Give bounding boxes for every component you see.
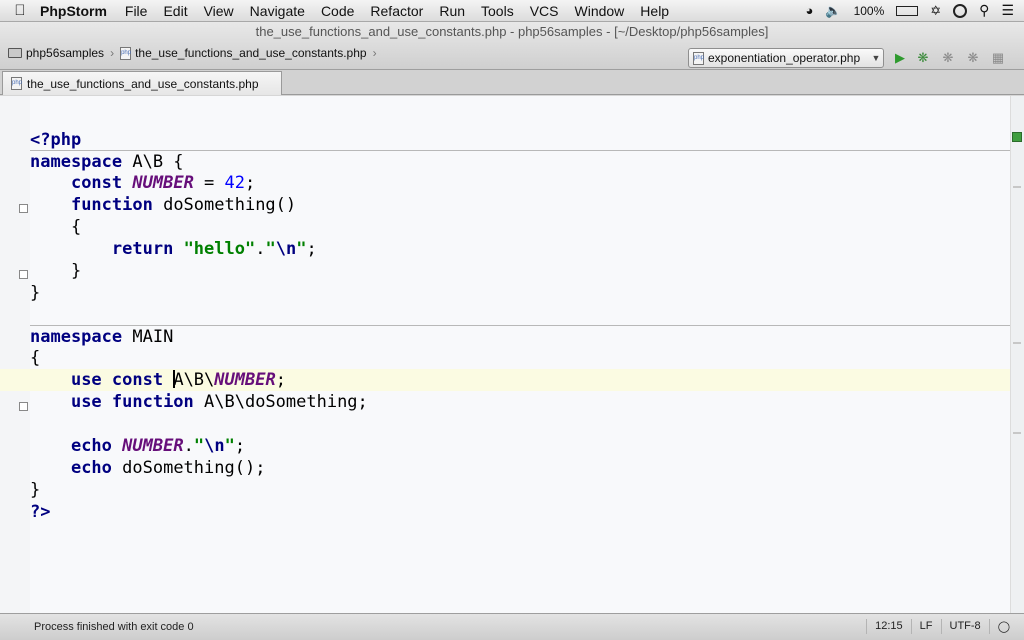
editor-tab[interactable]: php the_use_functions_and_use_constants.… — [2, 71, 282, 95]
attach-icon: ▦ — [991, 50, 1005, 65]
menu-tools[interactable]: Tools — [481, 3, 514, 19]
code-line: namespace MAIN — [30, 325, 1010, 347]
stripe-marker[interactable] — [1013, 432, 1021, 434]
menu-navigate[interactable]: Navigate — [250, 3, 305, 19]
wifi-icon[interactable]: ◕ — [806, 3, 814, 18]
battery-icon[interactable] — [896, 5, 919, 16]
app-menu[interactable]: PhpStorm — [40, 3, 107, 19]
stripe-marker[interactable] — [1013, 186, 1021, 188]
code-line: function doSomething() — [70, 195, 297, 215]
menu-file[interactable]: File — [125, 3, 148, 19]
stripe-marker[interactable] — [1013, 342, 1021, 344]
file-encoding[interactable]: UTF-8 — [940, 619, 989, 634]
status-widgets: 12:15 LF UTF-8 ◯ — [866, 619, 1018, 634]
editor-gutter[interactable] — [0, 96, 30, 613]
code-line: ?> — [30, 502, 51, 522]
code-line: } — [30, 480, 41, 500]
breadcrumb-separator-icon: › — [372, 46, 377, 60]
caret-position[interactable]: 12:15 — [866, 619, 911, 634]
notification-center-icon[interactable]: ☰ — [1001, 2, 1014, 19]
profile-button[interactable]: ❋ — [964, 49, 982, 67]
run-button[interactable]: ▶ — [891, 49, 909, 67]
code-editor[interactable]: <?php namespace A\B { const NUMBER = 42;… — [0, 96, 1024, 613]
spotlight-search-icon[interactable]: ⚲ — [979, 2, 989, 19]
clock-icon[interactable] — [953, 3, 968, 18]
current-code-line: use const A\B\NUMBER; — [0, 369, 1010, 391]
code-line: const NUMBER = 42; — [70, 173, 256, 193]
attach-button[interactable]: ▦ — [989, 49, 1007, 67]
menu-extras: ◕ 🔈 100% ✡ ⚲ ☰ — [806, 2, 1024, 19]
menu-view[interactable]: View — [204, 3, 234, 19]
fold-marker-icon[interactable] — [19, 270, 28, 279]
error-stripe[interactable] — [1010, 96, 1024, 613]
breadcrumb-separator-icon: › — [110, 46, 115, 60]
run-configuration-label: exponentiation_operator.php — [708, 51, 861, 65]
menu-refactor[interactable]: Refactor — [370, 3, 423, 19]
menu-window[interactable]: Window — [575, 3, 625, 19]
inspection-ok-icon[interactable] — [1012, 132, 1022, 142]
volume-icon[interactable]: 🔈 — [825, 3, 841, 19]
menu-vcs[interactable]: VCS — [530, 3, 559, 19]
php-file-icon: php — [693, 51, 704, 65]
code-line: echo doSomething(); — [70, 458, 266, 478]
menu-run[interactable]: Run — [439, 3, 465, 19]
battery-percent[interactable]: 100% — [854, 4, 885, 18]
breadcrumb-project[interactable]: php56samples — [4, 46, 108, 60]
status-message: Process finished with exit code 0 — [34, 621, 194, 633]
code-line: use function A\B\doSomething; — [70, 392, 368, 412]
code-line: { — [30, 348, 41, 368]
fold-marker-icon[interactable] — [19, 402, 28, 411]
status-bar: Process finished with exit code 0 12:15 … — [0, 613, 1024, 640]
code-content[interactable]: <?php namespace A\B { const NUMBER = 42;… — [0, 129, 1010, 523]
breadcrumb-file-label: the_use_functions_and_use_constants.php — [135, 46, 367, 60]
chevron-down-icon: ▼ — [871, 53, 881, 63]
coverage-button[interactable]: ❋ — [939, 49, 957, 67]
code-line: { — [70, 217, 82, 237]
code-line: return "hello"."\n"; — [111, 239, 317, 259]
fold-marker-icon[interactable] — [19, 204, 28, 213]
star-of-david-icon[interactable]: ✡ — [930, 3, 941, 19]
code-line: } — [30, 283, 41, 303]
editor-tab-label: the_use_functions_and_use_constants.php — [27, 76, 259, 91]
code-line: namespace A\B { — [30, 150, 1010, 172]
editor-tab-bar: php the_use_functions_and_use_constants.… — [0, 70, 1024, 95]
code-line: echo NUMBER."\n"; — [70, 436, 246, 456]
menu-help[interactable]: Help — [640, 3, 669, 19]
navigation-toolbar: the_use_functions_and_use_constants.php … — [0, 22, 1024, 70]
bug-icon: ❋ — [917, 50, 929, 65]
run-configuration-select[interactable]: php exponentiation_operator.php ▼ — [688, 48, 884, 68]
php-file-icon: php — [120, 46, 131, 60]
apple-menu-icon[interactable]:  — [0, 2, 40, 19]
debug-button[interactable]: ❋ — [914, 49, 932, 67]
menu-code[interactable]: Code — [321, 3, 354, 19]
line-separator[interactable]: LF — [910, 619, 941, 634]
play-icon: ▶ — [895, 50, 905, 65]
breadcrumb-project-label: php56samples — [26, 46, 105, 60]
code-line: } — [70, 261, 82, 281]
coverage-icon: ❋ — [942, 50, 954, 65]
breadcrumb-file[interactable]: php the_use_functions_and_use_constants.… — [116, 46, 371, 60]
menu-bar:  PhpStorm File Edit View Navigate Code … — [0, 0, 1024, 22]
profiler-icon: ❋ — [967, 50, 979, 65]
code-line: <?php — [30, 130, 82, 150]
window-title: the_use_functions_and_use_constants.php … — [255, 24, 769, 39]
php-file-icon: php — [11, 77, 22, 90]
breadcrumb: php56samples › php the_use_functions_and… — [4, 46, 379, 60]
lock-icon[interactable]: ◯ — [988, 619, 1018, 634]
folder-icon — [8, 48, 22, 58]
menu-edit[interactable]: Edit — [163, 3, 187, 19]
